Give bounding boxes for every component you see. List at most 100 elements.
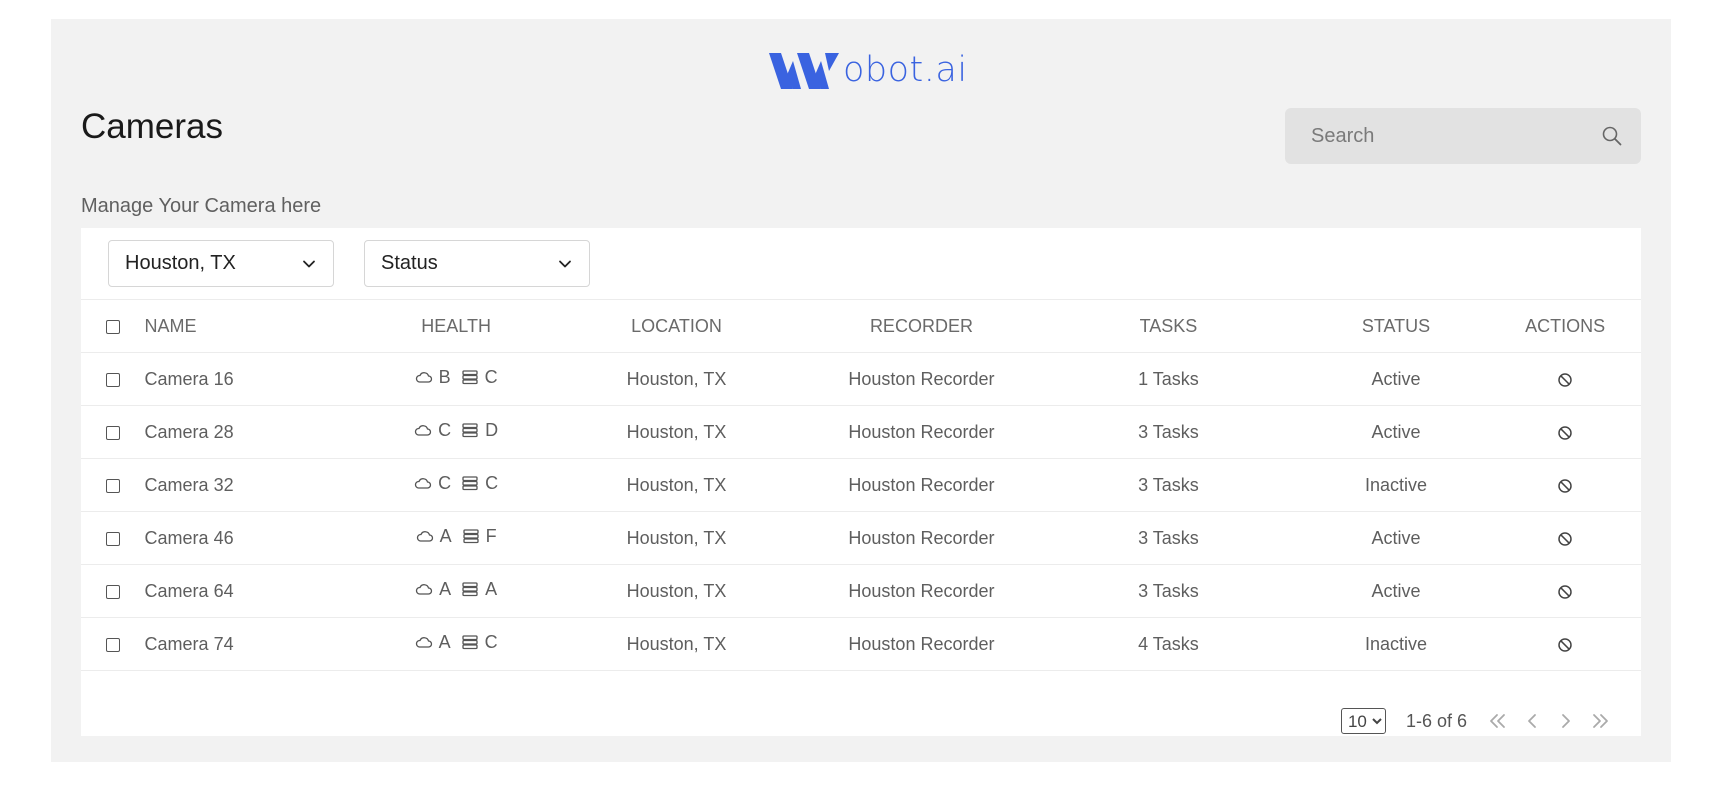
storage-icon [461, 633, 479, 651]
camera-status: Active [1371, 368, 1421, 389]
table-row[interactable]: Camera 46 A F Houston, TX Houston Record… [81, 512, 1641, 565]
camera-status: Active [1371, 421, 1421, 442]
cloud-icon [414, 421, 432, 439]
disable-icon[interactable] [1556, 371, 1574, 389]
camera-name[interactable]: Camera 16 [145, 353, 368, 406]
select-all-cell [81, 300, 145, 353]
column-header-recorder[interactable]: RECORDER [809, 300, 1034, 353]
row-checkbox[interactable] [105, 425, 120, 440]
search-icon[interactable] [1601, 125, 1623, 147]
camera-table-card: Houston, TX Status NAME HEALTH LOCATION … [81, 228, 1641, 736]
storage-grade: D [485, 419, 499, 440]
camera-name[interactable]: Camera 64 [145, 565, 368, 618]
select-all-checkbox[interactable] [105, 319, 120, 334]
location-filter-dropdown[interactable]: Houston, TX [108, 240, 334, 287]
disable-icon[interactable] [1556, 530, 1574, 548]
wobot-logo-mark [769, 53, 839, 89]
table-row[interactable]: Camera 32 C C Houston, TX Houston Record… [81, 459, 1641, 512]
cloud-icon [416, 527, 434, 545]
cloud-icon [415, 580, 433, 598]
rows-per-page-select[interactable]: 10 [1340, 708, 1386, 734]
camera-tasks: 3 Tasks [1138, 527, 1199, 548]
status-filter-dropdown[interactable]: Status [364, 240, 590, 287]
cloud-grade: C [438, 419, 452, 440]
disable-icon[interactable] [1556, 424, 1574, 442]
camera-recorder: Houston Recorder [848, 421, 995, 442]
cloud-icon [414, 474, 432, 492]
disable-icon[interactable] [1556, 636, 1574, 654]
status-filter-value: Status [381, 252, 438, 274]
column-header-status[interactable]: STATUS [1303, 300, 1490, 353]
page-subtitle: Manage Your Camera here [81, 195, 322, 217]
camera-location: Houston, TX [626, 474, 727, 495]
cloud-icon [415, 633, 433, 651]
storage-icon [461, 580, 479, 598]
camera-name[interactable]: Camera 46 [145, 512, 368, 565]
table-row[interactable]: Camera 16 B C Houston, TX Houston Record… [81, 353, 1641, 406]
table-header-row: NAME HEALTH LOCATION RECORDER TASKS STAT… [81, 300, 1641, 353]
location-filter-value: Houston, TX [125, 252, 236, 274]
health-indicators: A A [415, 579, 497, 600]
column-header-location[interactable]: LOCATION [544, 300, 808, 353]
storage-grade: C [484, 366, 498, 387]
page-title: Cameras [81, 107, 223, 146]
storage-icon [461, 421, 479, 439]
storage-grade: A [485, 578, 498, 599]
disable-icon[interactable] [1556, 583, 1574, 601]
health-indicators: A F [416, 526, 497, 547]
health-indicators: C D [414, 420, 498, 441]
pagination-range: 1-6 of 6 [1405, 710, 1467, 731]
search-input[interactable] [1309, 123, 1601, 149]
camera-recorder: Houston Recorder [848, 633, 995, 654]
camera-tasks: 3 Tasks [1138, 474, 1199, 495]
cloud-grade: A [439, 578, 452, 599]
storage-grade: C [484, 631, 498, 652]
camera-table: NAME HEALTH LOCATION RECORDER TASKS STAT… [81, 300, 1641, 671]
row-checkbox[interactable] [105, 531, 120, 546]
column-header-name[interactable]: NAME [145, 300, 368, 353]
camera-name[interactable]: Camera 74 [145, 618, 368, 671]
camera-location: Houston, TX [626, 580, 727, 601]
last-page-icon[interactable] [1589, 710, 1611, 732]
pagination: 10 1-6 of 6 [1340, 708, 1611, 734]
row-checkbox[interactable] [105, 372, 120, 387]
next-page-icon[interactable] [1555, 710, 1577, 732]
camera-tasks: 1 Tasks [1138, 368, 1199, 389]
disable-icon[interactable] [1556, 477, 1574, 495]
row-checkbox[interactable] [105, 478, 120, 493]
storage-icon [462, 527, 480, 545]
camera-status: Active [1371, 580, 1421, 601]
camera-tasks: 3 Tasks [1138, 421, 1199, 442]
row-checkbox[interactable] [105, 637, 120, 652]
cloud-grade: A [439, 525, 452, 546]
wobot-logo: obot.ai [769, 41, 968, 91]
camera-location: Houston, TX [626, 527, 727, 548]
column-header-tasks[interactable]: TASKS [1034, 300, 1303, 353]
previous-page-icon[interactable] [1521, 710, 1543, 732]
search-box[interactable] [1285, 108, 1641, 164]
row-checkbox[interactable] [105, 584, 120, 599]
camera-recorder: Houston Recorder [848, 474, 995, 495]
table-row[interactable]: Camera 74 A C Houston, TX Houston Record… [81, 618, 1641, 671]
camera-status: Inactive [1364, 633, 1427, 654]
chevron-down-icon [557, 256, 573, 272]
cloud-icon [415, 368, 433, 386]
health-indicators: A C [415, 632, 498, 653]
camera-name[interactable]: Camera 32 [145, 459, 368, 512]
cloud-grade: B [438, 366, 451, 387]
health-indicators: B C [415, 367, 498, 388]
health-indicators: C C [414, 473, 498, 494]
table-row[interactable]: Camera 64 A A Houston, TX Houston Record… [81, 565, 1641, 618]
storage-icon [461, 368, 479, 386]
camera-status: Active [1371, 527, 1421, 548]
first-page-icon[interactable] [1487, 710, 1509, 732]
cloud-grade: A [438, 631, 451, 652]
cloud-grade: C [438, 472, 452, 493]
table-row[interactable]: Camera 28 C D Houston, TX Houston Record… [81, 406, 1641, 459]
camera-recorder: Houston Recorder [848, 580, 995, 601]
camera-recorder: Houston Recorder [848, 527, 995, 548]
column-header-actions: ACTIONS [1525, 315, 1606, 336]
column-header-health[interactable]: HEALTH [368, 300, 544, 353]
camera-status: Inactive [1364, 474, 1427, 495]
camera-name[interactable]: Camera 28 [145, 406, 368, 459]
